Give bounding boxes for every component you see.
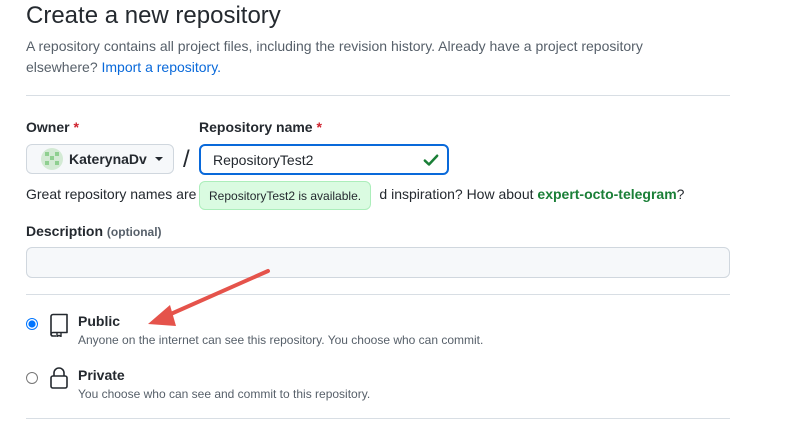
suggested-name[interactable]: expert-octo-telegram <box>537 186 676 202</box>
description-input[interactable] <box>26 247 730 278</box>
required-mark: * <box>73 119 79 135</box>
public-radio[interactable] <box>26 318 38 330</box>
divider <box>26 95 730 96</box>
repo-name-label-text: Repository name <box>199 119 313 135</box>
owner-label: Owner * <box>26 119 79 135</box>
private-option-desc: You choose who can see and commit to thi… <box>78 387 371 401</box>
page-subtitle: A repository contains all project files,… <box>26 36 716 78</box>
hint-text-after: d inspiration? How about <box>379 186 534 202</box>
repo-icon <box>50 313 68 337</box>
private-option-title: Private <box>78 367 125 383</box>
owner-repo-separator: / <box>183 146 190 173</box>
hint-text-before: Great repository names are <box>26 186 197 202</box>
public-option-title: Public <box>78 313 121 329</box>
divider <box>26 418 730 419</box>
private-radio[interactable] <box>26 372 38 384</box>
owner-name: KaterynaDv <box>69 151 147 167</box>
repo-name-label: Repository name * <box>199 119 322 135</box>
optional-tag: (optional) <box>106 225 162 239</box>
owner-label-text: Owner <box>26 119 70 135</box>
page-title: Create a new repository <box>26 2 281 29</box>
divider <box>26 294 730 295</box>
description-label-text: Description <box>26 223 104 239</box>
import-repository-link[interactable]: Import a repository. <box>102 59 222 75</box>
chevron-down-icon <box>154 157 163 161</box>
repository-name-input[interactable] <box>199 144 449 175</box>
lock-icon <box>50 367 68 389</box>
owner-select-button[interactable]: KaterynaDv <box>26 144 174 174</box>
description-label: Description (optional) <box>26 223 162 239</box>
required-mark: * <box>316 119 322 135</box>
availability-tooltip: RepositoryTest2 is available. <box>199 181 372 210</box>
avatar <box>41 148 63 170</box>
hint-end: ? <box>676 186 685 202</box>
public-option-desc: Anyone on the internet can see this repo… <box>78 333 484 347</box>
check-icon <box>423 154 439 166</box>
